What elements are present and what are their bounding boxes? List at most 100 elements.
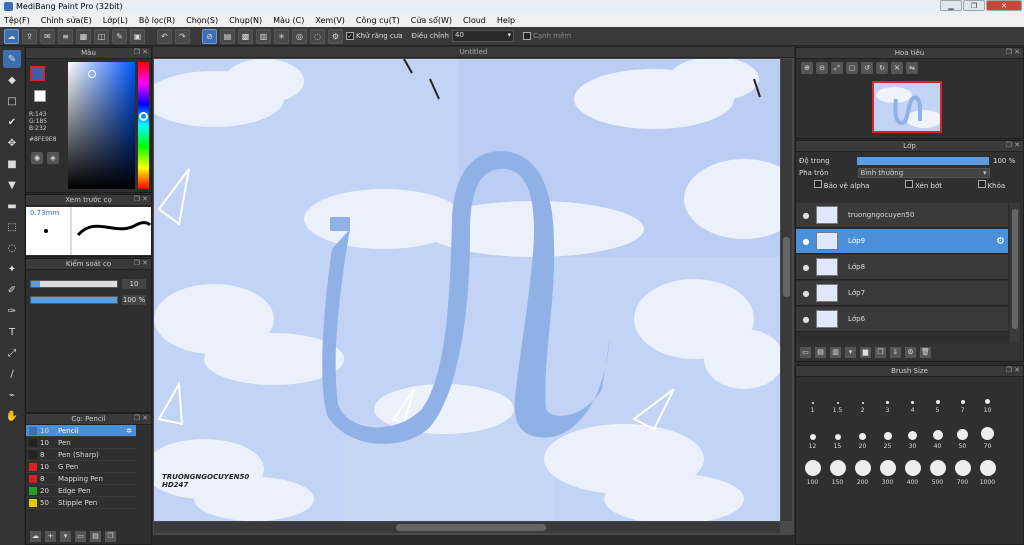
vscroll-thumb[interactable] [783, 237, 790, 297]
select-pen-icon[interactable]: ✐ [3, 281, 21, 299]
flip-icon[interactable]: ⇋ [906, 62, 918, 74]
brush-size-option[interactable]: 40 [925, 420, 950, 450]
visibility-icon[interactable]: ● [796, 211, 816, 220]
gradient-icon[interactable]: ▬ [3, 197, 21, 215]
palette-icon[interactable]: ◉ [31, 152, 43, 164]
add-layer-dropdown-icon[interactable]: ▾ [845, 346, 856, 358]
brush-size-option[interactable]: 500 [925, 456, 950, 486]
layer-item[interactable]: ● Lớp8 [796, 255, 1008, 280]
bucket-icon[interactable]: ▼ [3, 176, 21, 194]
move-icon[interactable]: ✥ [3, 134, 21, 152]
layers-icon[interactable]: ◫ [94, 28, 109, 44]
brush-size-option[interactable]: 1.5 [825, 384, 850, 414]
background-swatch[interactable] [34, 90, 46, 102]
antialias-checkbox[interactable]: ✓ [346, 32, 354, 40]
brush-file-icon[interactable]: ▭ [75, 530, 86, 542]
foreground-swatch[interactable] [30, 66, 45, 81]
brush-size-option[interactable]: 100 [800, 456, 825, 486]
new-brush-icon[interactable]: ▾ [60, 530, 71, 542]
brush-size-option[interactable]: 15 [825, 420, 850, 450]
menu-color[interactable]: Màu (C) [273, 16, 304, 25]
fill-icon[interactable]: ▣ [130, 28, 145, 44]
snap-parallel-icon[interactable]: ▤ [220, 28, 235, 44]
brush-opacity-slider[interactable] [30, 296, 118, 304]
brush-size-option[interactable]: 1 [800, 384, 825, 414]
new-8bit-layer-icon[interactable]: ▥ [830, 346, 841, 358]
visibility-icon[interactable]: ● [796, 237, 816, 246]
menu-tools[interactable]: Công cụ(T) [356, 16, 400, 25]
canvas-vertical-scrollbar[interactable] [781, 59, 792, 521]
add-brush-icon[interactable]: + [45, 530, 56, 542]
menu-cloud[interactable]: Cloud [463, 16, 486, 25]
layer-list-scrollbar[interactable] [1010, 203, 1020, 343]
brush-size-option[interactable]: 20 [850, 420, 875, 450]
tool-list-item[interactable]: 10 G Pen [26, 461, 136, 473]
cloud-icon[interactable]: ☁ [4, 28, 19, 44]
tool-list-item[interactable]: 8 Mapping Pen [26, 473, 136, 485]
brush-opacity-value[interactable]: 100 % [122, 295, 146, 305]
delete-layer-icon[interactable]: 🗑 [920, 346, 931, 358]
brush-size-option[interactable]: 30 [900, 420, 925, 450]
tool-list-item[interactable]: 8 Pen (Sharp) [26, 449, 136, 461]
layer-settings-gear-icon[interactable]: ⚙ [996, 236, 1005, 247]
menu-window[interactable]: Cửa sổ(W) [411, 16, 452, 25]
brush-size-option[interactable]: 200 [850, 456, 875, 486]
tool-list-item[interactable]: 10 Pen [26, 437, 136, 449]
hand-icon[interactable]: ✋ [3, 407, 21, 425]
divide-icon[interactable]: ∕ [3, 365, 21, 383]
share-icon[interactable]: ⇪ [22, 28, 37, 44]
tool-list-item[interactable]: 10 Pencil ✲ [26, 425, 136, 437]
shape-icon[interactable]: □ [3, 92, 21, 110]
brush-size-value[interactable]: 10 [122, 279, 146, 289]
brush-copy-icon[interactable]: ❐ [105, 530, 116, 542]
canvas-horizontal-scrollbar[interactable] [154, 522, 780, 533]
visibility-icon[interactable]: ● [796, 289, 816, 298]
drawing-canvas[interactable]: TRUONGNGOCUYEN50 HD247 [154, 59, 780, 521]
new-halftone-layer-icon[interactable]: ▤ [815, 346, 826, 358]
snap-off-icon[interactable]: ⊘ [202, 28, 217, 44]
layer-opacity-slider[interactable] [857, 157, 989, 165]
brush-size-option[interactable]: 10 [975, 384, 1000, 414]
layer-scroll-thumb[interactable] [1012, 209, 1018, 329]
tool-list-item[interactable]: 50 Stipple Pen [26, 497, 136, 509]
snap-curve-icon[interactable]: ◌ [310, 28, 325, 44]
brush-size-option[interactable]: 300 [875, 456, 900, 486]
brush-size-option[interactable]: 25 [875, 420, 900, 450]
menu-edit[interactable]: Chỉnh sửa(E) [41, 16, 92, 25]
select-rect-icon[interactable]: ⬚ [3, 218, 21, 236]
brush-icon[interactable]: ✎ [3, 50, 21, 68]
hscroll-thumb[interactable] [396, 524, 546, 531]
panel-close-icon[interactable]: ❐ ✕ [1006, 141, 1020, 149]
panel-close-icon[interactable]: ❐ ✕ [134, 414, 148, 422]
brush-size-slider[interactable] [30, 280, 118, 288]
text-icon[interactable]: ≡ [58, 28, 73, 44]
menu-help[interactable]: Help [497, 16, 515, 25]
panel-close-icon[interactable]: ❐ ✕ [1006, 366, 1020, 374]
brush-folder-icon[interactable]: ▤ [90, 530, 101, 542]
lasso-icon[interactable]: ◌ [3, 239, 21, 257]
canvas-tab[interactable]: Untitled [153, 47, 794, 58]
layer-settings-icon[interactable]: ⚙ [905, 346, 916, 358]
blend-mode-dropdown[interactable]: Bình thường [857, 168, 990, 178]
brush-size-option[interactable]: 4 [900, 384, 925, 414]
clipping-checkbox[interactable] [905, 180, 914, 188]
text-tool-icon[interactable]: T [3, 323, 21, 341]
brush-size-option[interactable]: 12 [800, 420, 825, 450]
color-picker-field[interactable] [68, 62, 135, 189]
undo-icon[interactable]: ↶ [157, 28, 172, 44]
tool-settings-icon[interactable]: ✲ [126, 427, 132, 435]
menu-snap[interactable]: Chụp(N) [229, 16, 262, 25]
actual-size-icon[interactable]: ▢ [846, 62, 858, 74]
protect-alpha-checkbox[interactable] [813, 180, 822, 188]
panel-close-icon[interactable]: ❐ ✕ [134, 48, 148, 56]
layer-item[interactable]: ● truongngocuyen50 [796, 203, 1008, 228]
snap-settings-icon[interactable]: ⚙ [328, 28, 343, 44]
brush-size-option[interactable]: 1000 [975, 456, 1000, 486]
layer-item[interactable]: ● Lớp9 ⚙ [796, 229, 1008, 254]
fit-icon[interactable]: ⤢ [831, 62, 843, 74]
menu-filter[interactable]: Bộ lọc(R) [139, 16, 175, 25]
panel-close-icon[interactable]: ❐ ✕ [134, 259, 148, 267]
snap-perspective-icon[interactable]: ▥ [256, 28, 271, 44]
brush-size-option[interactable]: 7 [950, 384, 975, 414]
select-eraser-icon[interactable]: ✑ [3, 302, 21, 320]
